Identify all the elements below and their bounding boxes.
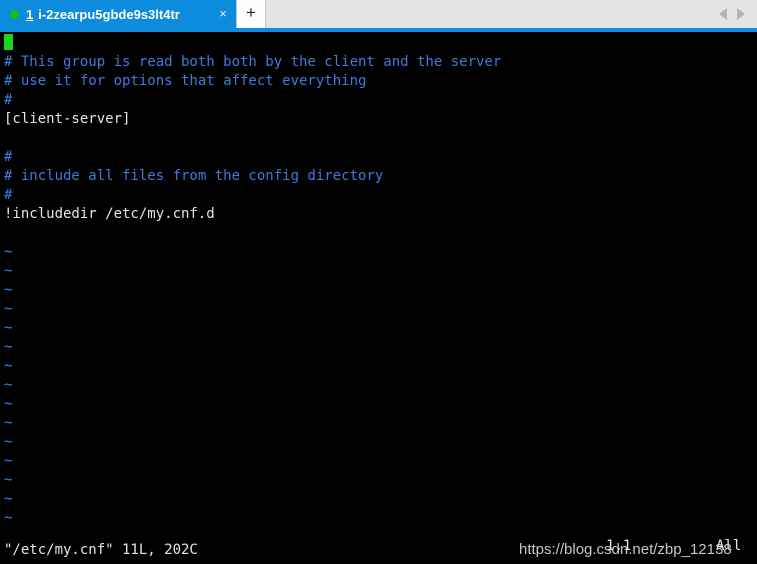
empty-line-marker: ~ xyxy=(4,472,13,488)
close-icon[interactable]: × xyxy=(210,0,236,28)
empty-line-marker: ~ xyxy=(4,263,13,279)
terminal-tab-1[interactable]: 1 i-2zearpu5gbde9s3lt4tr × xyxy=(0,0,236,28)
terminal-line: # xyxy=(4,91,501,110)
tab-bar-spacer xyxy=(266,0,714,28)
connection-status-dot xyxy=(10,9,19,19)
terminal-line: !includedir /etc/my.cnf.d xyxy=(4,205,501,224)
chevron-left-icon[interactable] xyxy=(714,0,732,28)
empty-line-marker: ~ xyxy=(4,377,13,393)
tab-nav-controls xyxy=(714,0,757,28)
empty-line-marker: ~ xyxy=(4,510,13,526)
terminal-line-text: # This group is read both both by the cl… xyxy=(4,54,502,70)
new-tab-button[interactable]: + xyxy=(236,0,266,28)
terminal-line-text: # use it for options that affect everyth… xyxy=(4,73,367,89)
terminal-line: ~ xyxy=(4,357,501,376)
terminal-line: # xyxy=(4,186,501,205)
vim-file-info: "/etc/my.cnf" 11L, 202C xyxy=(4,542,198,558)
terminal-line: # include all files from the config dire… xyxy=(4,167,501,186)
terminal-line-text: [client-server] xyxy=(4,111,131,127)
terminal-line: # This group is read both both by the cl… xyxy=(4,53,501,72)
tab-title-label: i-2zearpu5gbde9s3lt4tr xyxy=(38,6,180,22)
tab-bar: 1 i-2zearpu5gbde9s3lt4tr × + xyxy=(0,0,757,28)
tab-index-label: 1 xyxy=(26,6,34,22)
terminal-line-text: # xyxy=(4,187,13,203)
vim-editor-buffer[interactable]: # This group is read both both by the cl… xyxy=(4,34,501,528)
terminal-line-text: # xyxy=(4,149,13,165)
terminal-line: ~ xyxy=(4,414,501,433)
terminal-line: ~ xyxy=(4,452,501,471)
empty-line-marker: ~ xyxy=(4,415,13,431)
empty-line-marker: ~ xyxy=(4,320,13,336)
terminal-line: ~ xyxy=(4,471,501,490)
terminal-line: ~ xyxy=(4,433,501,452)
chevron-right-icon[interactable] xyxy=(732,0,750,28)
terminal-line: [client-server] xyxy=(4,110,501,129)
terminal-line: ~ xyxy=(4,490,501,509)
terminal-line xyxy=(4,34,501,53)
watermark-url: https://blog.csdn.net/zbp_12138 xyxy=(519,541,732,558)
terminal-line: ~ xyxy=(4,509,501,528)
empty-line-marker: ~ xyxy=(4,453,13,469)
terminal-line: # xyxy=(4,148,501,167)
terminal-line: ~ xyxy=(4,338,501,357)
empty-line-marker: ~ xyxy=(4,339,13,355)
terminal-line: ~ xyxy=(4,319,501,338)
empty-line-marker: ~ xyxy=(4,358,13,374)
empty-line-marker: ~ xyxy=(4,491,13,507)
terminal-line: ~ xyxy=(4,376,501,395)
empty-line-marker: ~ xyxy=(4,396,13,412)
terminal-line: ~ xyxy=(4,243,501,262)
terminal-line-text: # xyxy=(4,92,13,108)
empty-line-marker: ~ xyxy=(4,244,13,260)
empty-line-marker: ~ xyxy=(4,434,13,450)
empty-line-marker: ~ xyxy=(4,282,13,298)
text-cursor xyxy=(4,34,13,50)
terminal-pane[interactable]: # This group is read both both by the cl… xyxy=(0,32,757,564)
empty-line-marker: ~ xyxy=(4,301,13,317)
terminal-line: ~ xyxy=(4,262,501,281)
terminal-line-text: # include all files from the config dire… xyxy=(4,168,384,184)
terminal-line: ~ xyxy=(4,395,501,414)
terminal-line: # use it for options that affect everyth… xyxy=(4,72,501,91)
terminal-line: ~ xyxy=(4,281,501,300)
terminal-line-text: !includedir /etc/my.cnf.d xyxy=(4,206,215,222)
terminal-line: ~ xyxy=(4,300,501,319)
